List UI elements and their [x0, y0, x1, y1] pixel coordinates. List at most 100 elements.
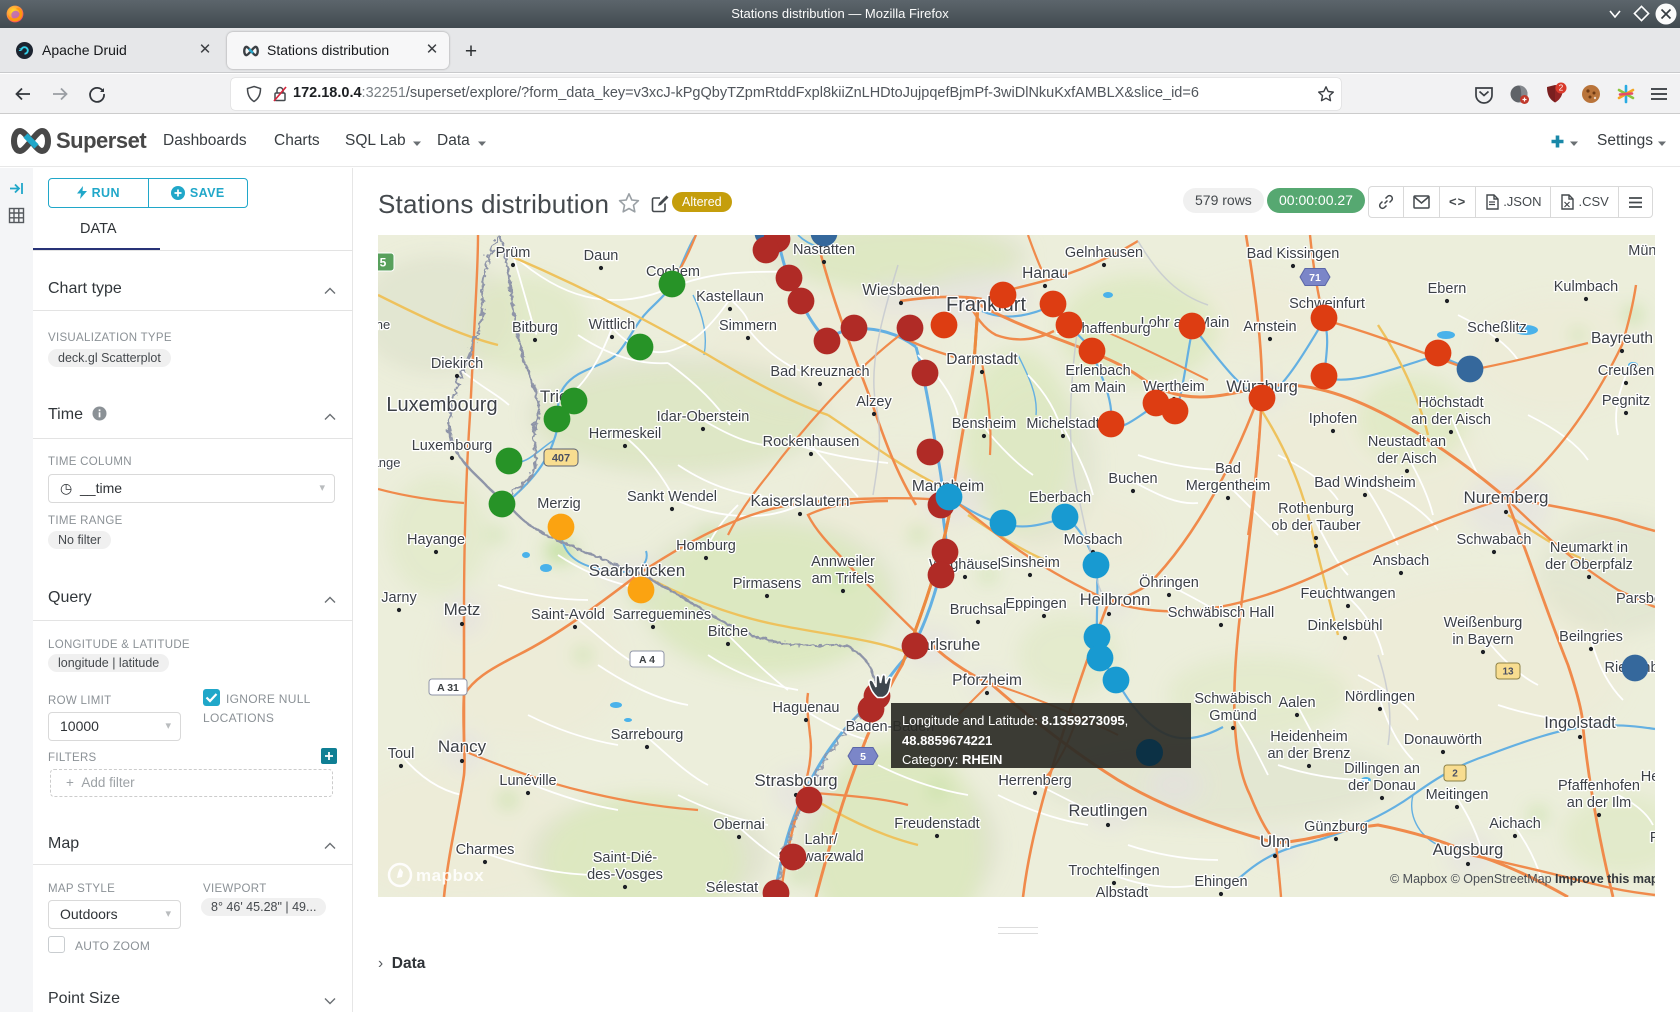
svg-text:Sinsheim: Sinsheim [1000, 555, 1060, 571]
svg-text:Iphofen: Iphofen [1309, 411, 1357, 427]
svg-text:der Aisch: der Aisch [1377, 451, 1437, 467]
svg-text:Homburg: Homburg [676, 538, 736, 554]
svg-text:Freudenstadt: Freudenstadt [894, 816, 979, 832]
svg-text:Luxembourg: Luxembourg [412, 438, 493, 454]
svg-text:Heidenheim: Heidenheim [1270, 729, 1347, 745]
svg-text:Ebern: Ebern [1428, 281, 1467, 297]
svg-text:Merzig: Merzig [537, 496, 581, 512]
svg-text:Kastellaun: Kastellaun [696, 289, 764, 305]
svg-text:Metz: Metz [444, 600, 481, 619]
svg-text:am Trifels: am Trifels [812, 571, 875, 587]
svg-text:5: 5 [860, 751, 866, 763]
svg-text:Neumarkt in: Neumarkt in [1550, 540, 1628, 556]
svg-text:Jarny: Jarny [381, 590, 417, 606]
svg-text:der Oberpfalz: der Oberpfalz [1545, 557, 1633, 573]
svg-text:Donauwörth: Donauwörth [1404, 732, 1482, 748]
svg-text:Bensheim: Bensheim [952, 416, 1016, 432]
svg-text:an der Aisch: an der Aisch [1411, 412, 1491, 428]
svg-text:Dinkelsbühl: Dinkelsbühl [1308, 618, 1383, 634]
svg-text:Rothenburg: Rothenburg [1278, 501, 1354, 517]
svg-text:Diekirch: Diekirch [431, 356, 483, 372]
svg-text:der Donau: der Donau [1348, 778, 1416, 794]
svg-text:Mosbach: Mosbach [1064, 532, 1123, 548]
svg-text:Annweiler: Annweiler [811, 554, 875, 570]
svg-text:Hayange: Hayange [407, 532, 465, 548]
svg-text:ange: ange [378, 455, 400, 470]
svg-text:Günzburg: Günzburg [1304, 819, 1368, 835]
svg-text:Lahr/: Lahr/ [804, 832, 838, 848]
svg-text:Sankt Wendel: Sankt Wendel [627, 489, 717, 505]
svg-text:Arnstein: Arnstein [1243, 319, 1296, 335]
svg-text:Obernai: Obernai [713, 817, 765, 833]
svg-text:Ansbach: Ansbach [1373, 553, 1429, 569]
svg-text:Ulm: Ulm [1260, 832, 1290, 851]
svg-text:Mergentheim: Mergentheim [1186, 478, 1271, 494]
svg-text:Saint-Avold: Saint-Avold [531, 607, 605, 623]
svg-text:Lunéville: Lunéville [499, 773, 556, 789]
svg-text:Ehingen: Ehingen [1194, 874, 1247, 890]
svg-text:Gmünd: Gmünd [1209, 708, 1257, 724]
svg-text:Bad Kreuznach: Bad Kreuznach [770, 364, 869, 380]
svg-text:Bitche: Bitche [708, 624, 748, 640]
svg-text:Rockenhausen: Rockenhausen [763, 434, 860, 450]
svg-text:Bad Windsheim: Bad Windsheim [1314, 475, 1416, 491]
svg-text:2: 2 [1559, 84, 1564, 93]
svg-text:Bitburg: Bitburg [512, 320, 558, 336]
svg-text:Simmern: Simmern [719, 318, 777, 334]
svg-text:Buchen: Buchen [1108, 471, 1157, 487]
svg-text:Ingolstadt: Ingolstadt [1544, 714, 1616, 732]
svg-text:Gelnhausen: Gelnhausen [1065, 245, 1143, 261]
svg-text:Meitingen: Meitingen [1426, 787, 1489, 803]
svg-text:Nancy: Nancy [438, 737, 487, 756]
svg-text:Herrenberg: Herrenberg [998, 773, 1071, 789]
svg-text:Reutlingen: Reutlingen [1069, 802, 1148, 820]
svg-text:Hanau: Hanau [1022, 265, 1068, 282]
svg-text:ob der Tauber: ob der Tauber [1271, 518, 1360, 534]
svg-text:Bruchsal: Bruchsal [950, 602, 1006, 618]
svg-text:Münch: Münch [1628, 243, 1655, 259]
svg-text:Michelstadt: Michelstadt [1026, 416, 1099, 432]
svg-text:Nördlingen: Nördlingen [1345, 689, 1415, 705]
svg-text:Sarrebourg: Sarrebourg [611, 727, 684, 743]
svg-text:Nuremberg: Nuremberg [1463, 488, 1548, 507]
svg-text:Darmstadt: Darmstadt [946, 351, 1018, 368]
svg-text:5: 5 [380, 255, 387, 269]
svg-text:Toul: Toul [388, 746, 415, 762]
svg-text:© Mapbox © OpenStreetMap Impro: © Mapbox © OpenStreetMap Improve this ma… [1390, 872, 1655, 886]
svg-text:Pirmasens: Pirmasens [733, 576, 802, 592]
svg-text:Heilbronn: Heilbronn [1080, 591, 1151, 609]
svg-text:Schwabach: Schwabach [1457, 532, 1532, 548]
svg-text:Beilngries: Beilngries [1559, 629, 1623, 645]
svg-text:Saint-Dié-: Saint-Dié- [593, 850, 658, 866]
svg-text:Pegnitz: Pegnitz [1602, 393, 1650, 409]
svg-text:Creußen: Creußen [1598, 363, 1654, 379]
svg-text:He: He [1641, 769, 1655, 785]
svg-text:Kaiserslautern: Kaiserslautern [750, 493, 849, 510]
svg-text:in Bayern: in Bayern [1452, 632, 1513, 648]
svg-text:Idar-Oberstein: Idar-Oberstein [657, 409, 750, 425]
svg-text:A 4: A 4 [639, 654, 655, 666]
svg-text:Kulmbach: Kulmbach [1554, 279, 1618, 295]
svg-text:mapbox: mapbox [416, 866, 484, 885]
svg-text:Hermeskeil: Hermeskeil [589, 426, 662, 442]
svg-text:Eberbach: Eberbach [1029, 490, 1091, 506]
svg-text:Bad Kissingen: Bad Kissingen [1247, 246, 1340, 262]
svg-text:Bayreuth: Bayreuth [1591, 330, 1653, 347]
svg-text:A 31: A 31 [437, 682, 459, 694]
svg-text:Öhringen: Öhringen [1139, 573, 1199, 591]
svg-text:Pfaffenhofen: Pfaffenhofen [1558, 778, 1640, 794]
svg-text:Scheßlitz: Scheßlitz [1467, 320, 1527, 336]
svg-text:Weißenburg: Weißenburg [1444, 615, 1523, 631]
svg-text:13: 13 [1502, 667, 1514, 678]
svg-text:Aalen: Aalen [1278, 695, 1315, 711]
svg-text:Aichach: Aichach [1489, 816, 1541, 832]
svg-text:Feuchtwangen: Feuchtwangen [1300, 586, 1395, 602]
svg-text:Pforzheim: Pforzheim [952, 672, 1022, 689]
svg-text:Haguenau: Haguenau [773, 700, 840, 716]
svg-text:Eppingen: Eppingen [1005, 596, 1066, 612]
svg-text:Alzey: Alzey [856, 394, 892, 410]
svg-text:Höchstadt: Höchstadt [1418, 395, 1483, 411]
svg-text:Sélestat: Sélestat [706, 880, 758, 896]
svg-text:des-Vosges: des-Vosges [587, 867, 663, 883]
svg-text:Luxembourg: Luxembourg [386, 394, 497, 416]
